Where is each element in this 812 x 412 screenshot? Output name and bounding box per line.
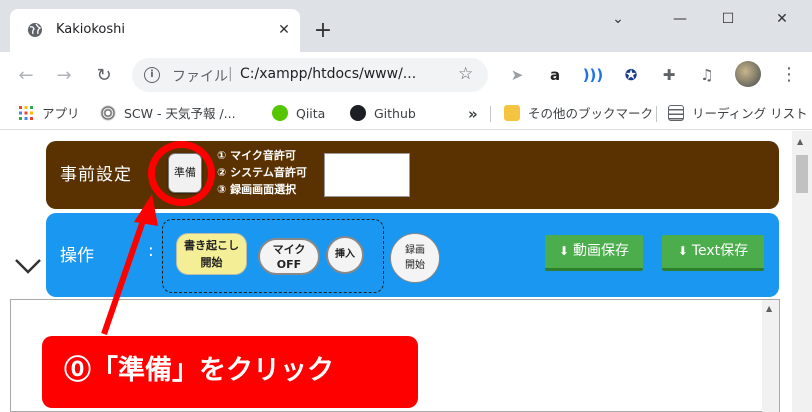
bookmark-star-icon[interactable]: ☆ bbox=[458, 64, 473, 84]
save-video-label: 動画保存 bbox=[573, 243, 630, 259]
setup-steps: ① マイク音許可 ② システム音許可 ③ 録画画面選択 bbox=[217, 147, 307, 198]
browser-toolbar: ← → ↻ i ファイル | C:/xampp/htdocs/www/... ☆… bbox=[0, 52, 812, 98]
instruction-callout: ⓪「準備」をクリック bbox=[42, 336, 418, 408]
scroll-up-arrow-icon[interactable]: ▲ bbox=[766, 304, 772, 313]
button-label-line: マイク bbox=[272, 243, 306, 256]
tab-title: Kakiokoshi bbox=[56, 22, 125, 37]
extension-badge-icon[interactable]: ✪ bbox=[620, 64, 642, 86]
github-icon bbox=[350, 105, 366, 121]
page-scrollbar[interactable]: ▲ bbox=[792, 131, 812, 412]
bookmark-label: Qiita bbox=[296, 106, 326, 121]
operations-panel: 操作 : 書き起こし 開始 マイク OFF 挿入 録画 開始 ⬇ 動画保存 ⬇ Te… bbox=[46, 213, 779, 297]
audio-extension-icon[interactable]: ))) bbox=[582, 64, 604, 86]
info-icon[interactable]: i bbox=[144, 67, 160, 83]
send-tab-icon[interactable]: ➤ bbox=[506, 64, 528, 86]
scroll-up-arrow-icon[interactable]: ▲ bbox=[797, 137, 803, 146]
bookmarks-overflow-button[interactable]: » bbox=[468, 104, 478, 124]
bookmark-github[interactable]: Github bbox=[350, 104, 416, 124]
bookmark-label: SCW - 天気予報 /... bbox=[124, 106, 236, 121]
screen-preview bbox=[324, 153, 410, 197]
bookmark-qiita[interactable]: Qiita bbox=[272, 104, 325, 124]
download-icon: ⬇ bbox=[558, 244, 570, 258]
operations-colon: : bbox=[148, 241, 154, 261]
bookmarks-bar: アプリ SCW - 天気予報 /... Qiita Github » その他のブ… bbox=[0, 98, 812, 130]
browser-tab-strip: Kakiokoshi ✕ + ⌄ — ☐ ✕ bbox=[0, 0, 812, 52]
more-menu-icon[interactable]: ⋮ bbox=[780, 64, 798, 86]
button-label-line: 開始 bbox=[405, 260, 425, 271]
scheme-separator: | bbox=[228, 66, 233, 82]
tab-close-icon[interactable]: ✕ bbox=[272, 18, 296, 42]
tab-search-icon[interactable]: ⌄ bbox=[598, 6, 638, 32]
close-window-button[interactable]: ✕ bbox=[762, 6, 802, 32]
back-arrow-icon[interactable]: ← bbox=[12, 62, 40, 90]
start-transcription-button[interactable]: 書き起こし 開始 bbox=[176, 233, 247, 275]
maximize-button[interactable]: ☐ bbox=[708, 6, 748, 32]
bookmark-divider bbox=[656, 106, 657, 122]
setup-step: ③ 録画画面選択 bbox=[217, 183, 297, 196]
reading-list-icon bbox=[668, 105, 684, 121]
bookmark-label: アプリ bbox=[42, 106, 80, 121]
profile-avatar[interactable] bbox=[735, 61, 761, 87]
button-label-line: 開始 bbox=[200, 256, 223, 269]
download-icon: ⬇ bbox=[677, 244, 688, 258]
minimize-button[interactable]: — bbox=[660, 6, 700, 32]
scw-icon bbox=[100, 105, 116, 121]
url-text[interactable]: C:/xampp/htdocs/www/... bbox=[240, 66, 416, 82]
bookmark-apps[interactable]: アプリ bbox=[18, 104, 80, 124]
new-tab-button[interactable]: + bbox=[308, 17, 338, 47]
other-bookmarks-label: その他のブックマーク bbox=[528, 106, 654, 121]
reload-icon[interactable]: ↻ bbox=[90, 62, 118, 90]
bookmark-label: Github bbox=[374, 106, 416, 121]
textarea-scrollbar[interactable]: ▲ bbox=[762, 300, 779, 412]
operations-title: 操作 bbox=[60, 246, 94, 266]
browser-tab[interactable]: Kakiokoshi ✕ bbox=[10, 9, 300, 52]
address-bar[interactable]: i ファイル | C:/xampp/htdocs/www/... ☆ bbox=[132, 58, 488, 92]
bookmark-divider bbox=[490, 106, 491, 122]
scheme-label: ファイル bbox=[172, 69, 228, 85]
reading-list-button[interactable]: リーディング リスト bbox=[668, 104, 808, 124]
extensions-puzzle-icon[interactable]: ✚ bbox=[658, 64, 680, 86]
setup-step: ② システム音許可 bbox=[217, 166, 307, 179]
setup-step: ① マイク音許可 bbox=[217, 149, 296, 162]
button-label-line: 録画 bbox=[405, 245, 425, 256]
start-recording-button[interactable]: 録画 開始 bbox=[390, 233, 440, 283]
insert-button[interactable]: 挿入 bbox=[326, 236, 364, 274]
reading-list-label: リーディング リスト bbox=[692, 106, 808, 121]
bookmark-scw[interactable]: SCW - 天気予報 /... bbox=[100, 104, 236, 124]
apps-grid-icon bbox=[19, 106, 33, 120]
qiita-icon bbox=[272, 105, 288, 121]
globe-icon bbox=[28, 23, 42, 37]
button-label-line: OFF bbox=[276, 258, 302, 271]
folder-icon bbox=[504, 105, 520, 121]
media-control-icon[interactable]: ♫ bbox=[696, 64, 718, 86]
setup-title: 事前設定 bbox=[60, 165, 132, 185]
forward-arrow-icon[interactable]: → bbox=[50, 62, 78, 90]
scroll-thumb[interactable] bbox=[796, 155, 808, 193]
chevron-down-icon[interactable] bbox=[14, 256, 42, 276]
save-text-label: Text保存 bbox=[691, 243, 749, 259]
save-video-button[interactable]: ⬇ 動画保存 bbox=[545, 235, 643, 271]
mic-toggle-button[interactable]: マイク OFF bbox=[258, 238, 320, 275]
amazon-extension-icon[interactable]: a bbox=[544, 64, 566, 86]
button-label-line: 書き起こし bbox=[184, 239, 239, 252]
save-text-button[interactable]: ⬇ Text保存 bbox=[662, 235, 764, 271]
highlight-ring bbox=[148, 141, 215, 206]
other-bookmarks-folder[interactable]: その他のブックマーク bbox=[504, 104, 653, 124]
